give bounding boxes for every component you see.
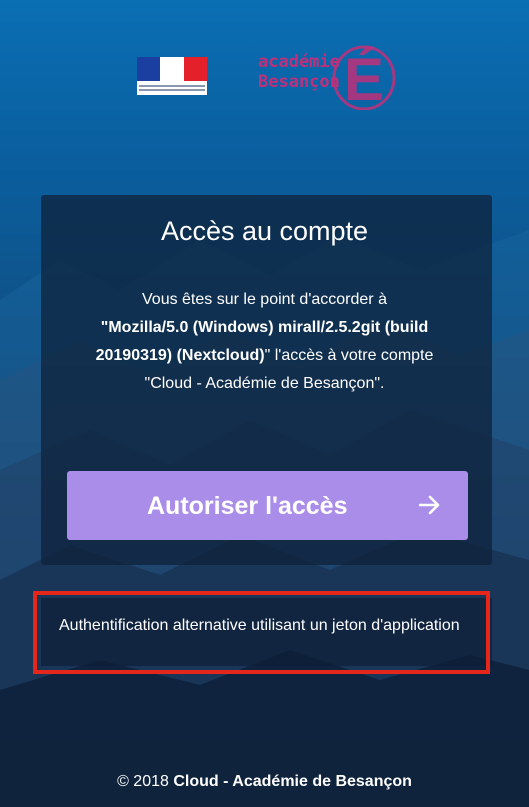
authorize-access-button[interactable]: Autoriser l'accès (67, 471, 468, 540)
grant-middle-text: " l'accès à votre compte (264, 347, 434, 364)
footer: © 2018 Cloud - Académie de Besançon (0, 773, 529, 791)
svg-text:É: É (344, 46, 384, 110)
login-page: É académie Besançon Accès au compte Vous… (0, 0, 529, 807)
besancon-word: Besançon (258, 72, 340, 92)
account-name: "Cloud - Académie de Besançon". (144, 375, 385, 392)
republique-francaise-logo (137, 57, 207, 95)
grant-access-message: Vous êtes sur le point d'accorder à "Mozi… (62, 286, 467, 398)
footer-brand: Cloud - Académie de Besançon (173, 773, 412, 790)
arrow-right-icon (419, 495, 440, 515)
academie-word: académie (258, 52, 340, 72)
academie-besancon-logo: É académie Besançon (258, 38, 400, 110)
french-flag-icon (137, 57, 207, 81)
authorize-access-label: Autoriser l'accès (147, 492, 348, 520)
page-title: Accès au compte (160, 216, 369, 246)
grant-intro-text: Vous êtes sur le point d'accorder à (142, 291, 387, 308)
copyright-text: © 2018 (117, 773, 174, 790)
highlight-annotation-box (33, 591, 490, 674)
